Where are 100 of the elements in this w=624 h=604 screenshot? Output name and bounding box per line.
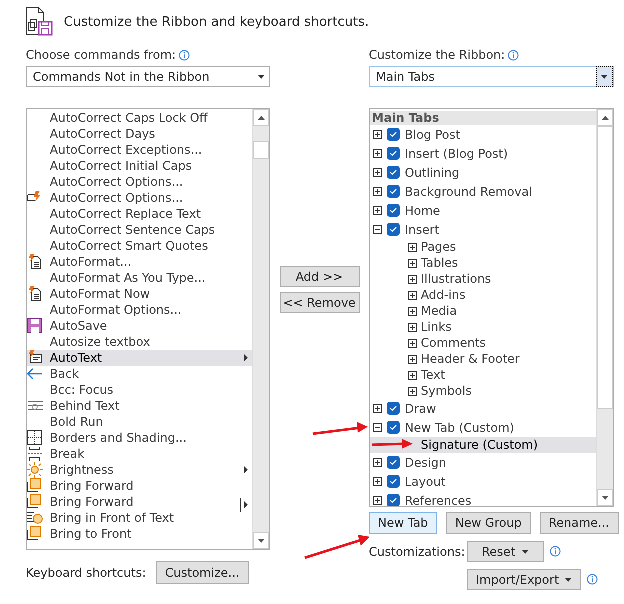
tree-item[interactable]: Insert (Blog Post) bbox=[370, 144, 596, 163]
tree-item[interactable]: Pages bbox=[370, 239, 596, 255]
list-item[interactable]: AutoSave bbox=[27, 318, 252, 334]
new-group-button[interactable]: New Group bbox=[446, 512, 531, 534]
checkbox[interactable] bbox=[387, 204, 400, 217]
dropdown-arrow-icon bbox=[258, 74, 264, 78]
list-item[interactable]: Borders and Shading... bbox=[27, 430, 252, 446]
list-item[interactable]: AutoCorrect Exceptions... bbox=[27, 142, 252, 158]
list-item[interactable]: AutoCorrect Replace Text bbox=[27, 206, 252, 222]
list-item[interactable]: Bcc: Focus bbox=[27, 382, 252, 398]
reset-button[interactable]: Reset bbox=[467, 541, 544, 562]
scrollbar[interactable] bbox=[252, 109, 269, 549]
add-button[interactable]: Add >> bbox=[280, 266, 360, 287]
tree-item[interactable]: Illustrations bbox=[370, 271, 596, 287]
list-item[interactable]: Bring to Front bbox=[27, 526, 252, 542]
check-icon bbox=[389, 496, 398, 505]
tree-item[interactable]: Signature (Custom) bbox=[370, 437, 596, 453]
dropdown[interactable]: Main Tabs bbox=[369, 66, 614, 87]
tree-item[interactable]: Outlining bbox=[370, 163, 596, 182]
tree-item[interactable]: Insert bbox=[370, 220, 596, 239]
info-icon bbox=[587, 574, 598, 585]
checkbox[interactable] bbox=[387, 456, 400, 469]
list-item[interactable]: AutoFormat Options... bbox=[27, 302, 252, 318]
list-item[interactable]: AutoFormat Now bbox=[27, 286, 252, 302]
tree-item[interactable]: Background Removal bbox=[370, 182, 596, 201]
tree-item[interactable]: Media bbox=[370, 303, 596, 319]
checkbox[interactable] bbox=[387, 147, 400, 160]
arrow bbox=[372, 439, 413, 449]
customize-document-icon bbox=[26, 7, 56, 37]
list-item[interactable]: AutoCorrect Caps Lock Off bbox=[27, 110, 252, 126]
arrow bbox=[304, 535, 370, 560]
tree-item[interactable]: Header & Footer bbox=[370, 351, 596, 367]
checkbox[interactable] bbox=[387, 185, 400, 198]
page-break-icon bbox=[27, 446, 43, 462]
tree-item[interactable]: Add-ins bbox=[370, 287, 596, 303]
list-item[interactable]: Brightness bbox=[27, 462, 252, 478]
tree-heading: Main Tabs bbox=[370, 111, 596, 125]
tree-item[interactable]: Blog Post bbox=[370, 125, 596, 144]
page-title: Customize the Ribbon and keyboard shortcuts. bbox=[64, 14, 370, 30]
check-icon bbox=[389, 168, 398, 177]
scroll-thumb[interactable] bbox=[253, 141, 269, 159]
checkbox[interactable] bbox=[387, 475, 400, 488]
remove-button[interactable]: << Remove bbox=[280, 292, 360, 313]
checkbox[interactable] bbox=[387, 166, 400, 179]
tree-item[interactable]: Tables bbox=[370, 255, 596, 271]
expand-icon bbox=[408, 338, 417, 348]
checkbox[interactable] bbox=[387, 494, 400, 506]
list-item[interactable]: Bring Forward bbox=[27, 494, 252, 510]
scrollbar[interactable] bbox=[596, 109, 613, 506]
list-item[interactable]: AutoCorrect Options... bbox=[27, 190, 252, 206]
list-item[interactable]: AutoFormat... bbox=[27, 254, 252, 270]
expand-icon bbox=[408, 306, 417, 316]
expand-icon bbox=[408, 258, 417, 268]
dropdown[interactable]: Commands Not in the Ribbon bbox=[26, 66, 270, 87]
tree-item[interactable]: Links bbox=[370, 319, 596, 335]
check-icon bbox=[389, 206, 398, 215]
check-icon bbox=[389, 225, 398, 234]
list-item[interactable]: AutoCorrect Options... bbox=[27, 174, 252, 190]
list-item[interactable]: Back bbox=[27, 366, 252, 382]
list-item[interactable]: Behind Text bbox=[27, 398, 252, 414]
tree-item[interactable]: Symbols bbox=[370, 383, 596, 399]
tree-item[interactable]: References bbox=[370, 491, 596, 506]
checkbox[interactable] bbox=[387, 223, 400, 236]
list-item[interactable]: Bring in Front of Text bbox=[27, 510, 252, 526]
caret-icon bbox=[565, 578, 572, 582]
checkbox[interactable] bbox=[387, 402, 400, 415]
new-tab-button[interactable]: New Tab bbox=[369, 512, 438, 534]
tree-item[interactable]: New Tab (Custom) bbox=[370, 418, 596, 437]
list-item[interactable]: AutoCorrect Smart Quotes bbox=[27, 238, 252, 254]
ribbon-tree[interactable] bbox=[369, 108, 614, 507]
list-item[interactable]: Break bbox=[27, 446, 252, 462]
check-icon bbox=[389, 423, 398, 432]
customize-button[interactable]: Customize... bbox=[156, 561, 249, 584]
expand-icon bbox=[408, 242, 417, 252]
list-item[interactable]: Bold Run bbox=[27, 414, 252, 430]
scroll-thumb[interactable] bbox=[597, 126, 613, 409]
tree-item[interactable]: Home bbox=[370, 201, 596, 220]
up-icon bbox=[602, 116, 608, 120]
list-item[interactable]: AutoFormat As You Type... bbox=[27, 270, 252, 286]
list-item[interactable]: AutoText bbox=[27, 350, 252, 366]
list-item[interactable]: AutoCorrect Initial Caps bbox=[27, 158, 252, 174]
tree-item[interactable]: Draw bbox=[370, 399, 596, 418]
info-icon bbox=[179, 50, 190, 60]
tree-item[interactable]: Design bbox=[370, 453, 596, 472]
list-item[interactable]: Bring Forward bbox=[27, 478, 252, 494]
tree-item[interactable]: Text bbox=[370, 367, 596, 383]
rename-button[interactable]: Rename... bbox=[540, 512, 618, 534]
check-icon bbox=[389, 458, 398, 467]
checkbox[interactable] bbox=[387, 421, 400, 434]
command-list[interactable] bbox=[26, 108, 270, 550]
tree-item[interactable]: Comments bbox=[370, 335, 596, 351]
list-item[interactable]: AutoCorrect Days bbox=[27, 126, 252, 142]
caret-icon bbox=[522, 550, 529, 554]
list-item[interactable]: AutoCorrect Sentence Caps bbox=[27, 222, 252, 238]
tree-item[interactable]: Layout bbox=[370, 472, 596, 491]
up-icon bbox=[258, 116, 264, 120]
sun-icon bbox=[27, 462, 43, 478]
import-export-button[interactable]: Import/Export bbox=[467, 569, 582, 590]
checkbox[interactable] bbox=[387, 128, 400, 141]
list-item[interactable]: Autosize textbox bbox=[27, 334, 252, 350]
